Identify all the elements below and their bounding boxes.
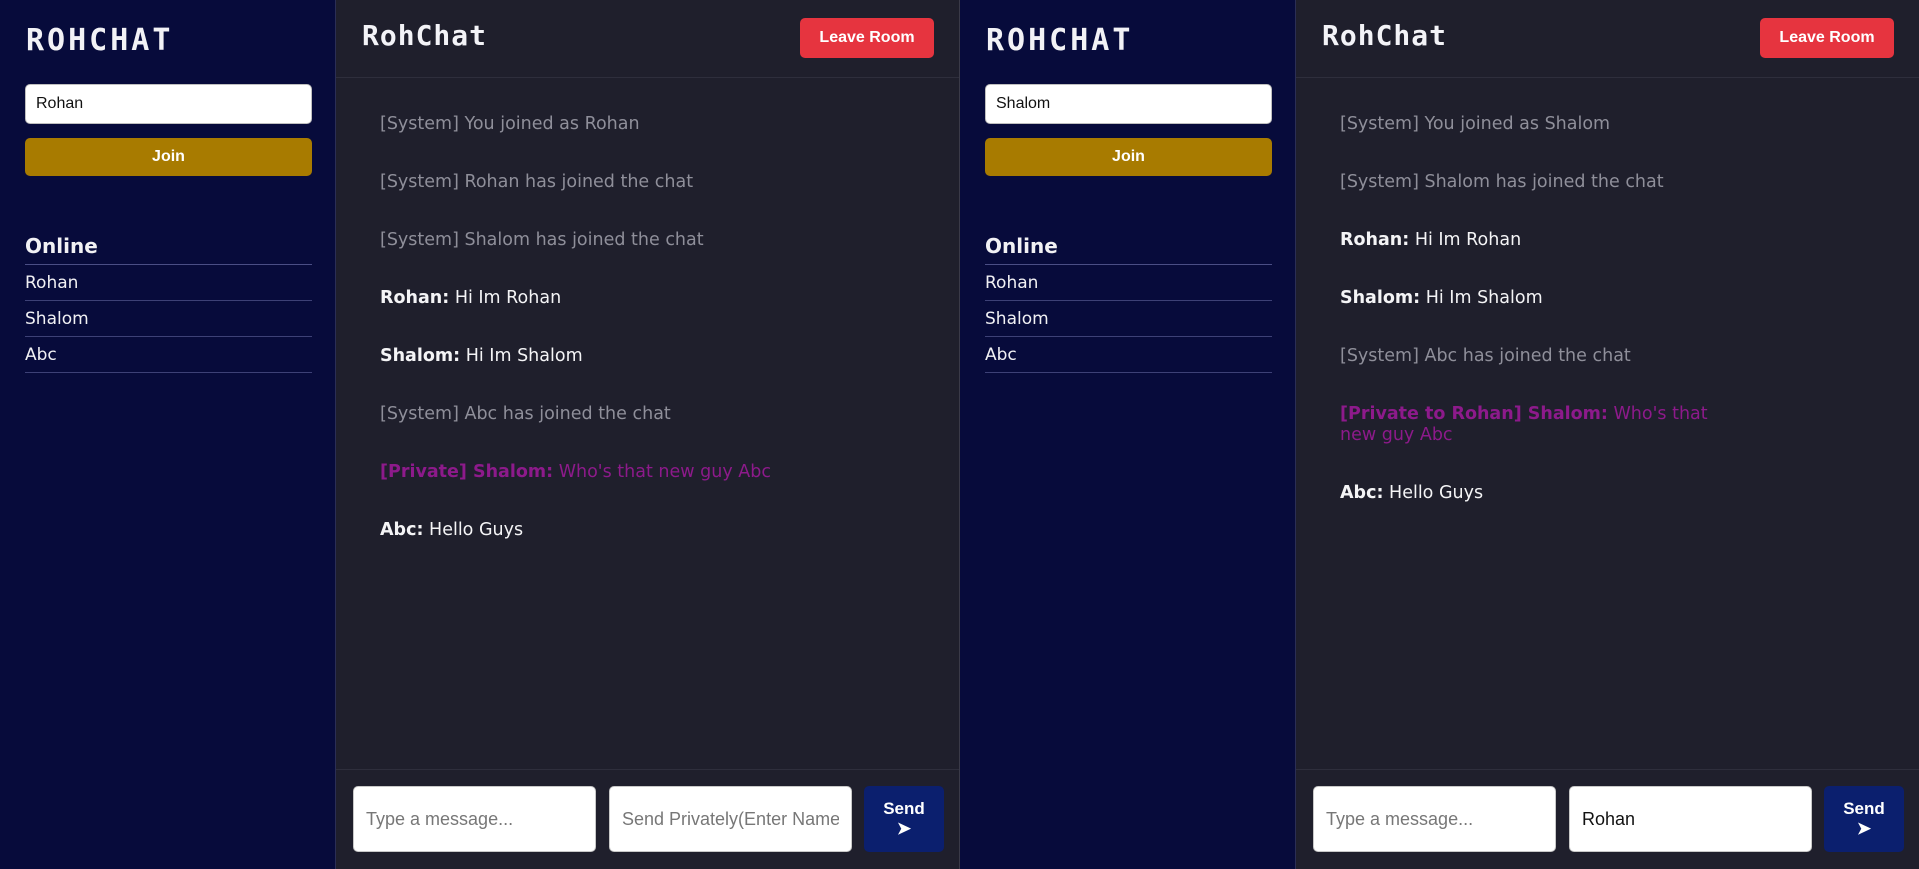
message-sender: Shalom:: [380, 346, 461, 366]
chat-client-rohan: ROHCHAT Join Online Rohan Shalom Abc Roh…: [0, 0, 959, 869]
online-user-item[interactable]: Rohan: [985, 265, 1272, 301]
message-sender: Shalom:: [1340, 288, 1421, 308]
chat-header: RohChat Leave Room: [336, 0, 959, 78]
chat-message: Rohan: Hi Im Rohan: [1340, 230, 1740, 251]
online-user-item[interactable]: Abc: [25, 337, 312, 373]
send-button[interactable]: Send ➤: [864, 786, 944, 852]
leave-room-button[interactable]: Leave Room: [800, 18, 934, 58]
private-recipient-input[interactable]: [609, 786, 852, 852]
system-message: [System] Shalom has joined the chat: [1340, 172, 1740, 193]
message-text: [System] You joined as Shalom: [1340, 114, 1611, 134]
chat-main: RohChat Leave Room [System] You joined a…: [336, 0, 959, 869]
system-message: [System] Abc has joined the chat: [1340, 346, 1740, 367]
message-text: Hello Guys: [429, 520, 524, 540]
send-button[interactable]: Send ➤: [1824, 786, 1904, 852]
send-arrow-icon: ➤: [1856, 819, 1872, 838]
leave-room-button[interactable]: Leave Room: [1760, 18, 1894, 58]
online-heading: Online: [985, 234, 1272, 265]
send-label: Send: [883, 799, 925, 818]
message-list: [System] You joined as Shalom [System] Sh…: [1340, 114, 1879, 541]
message-text: Hi Im Shalom: [1425, 288, 1543, 308]
message-composer: Send ➤: [336, 769, 959, 869]
private-message: [Private to Rohan] Shalom: Who's that ne…: [1340, 404, 1740, 446]
brand-logo: ROHCHAT: [26, 23, 174, 58]
message-text: Hello Guys: [1389, 483, 1484, 503]
chat-header: RohChat Leave Room: [1296, 0, 1919, 78]
private-recipient-input[interactable]: [1569, 786, 1812, 852]
chat-message: Shalom: Hi Im Shalom: [380, 346, 780, 367]
online-user-item[interactable]: Rohan: [25, 265, 312, 301]
chat-main: RohChat Leave Room [System] You joined a…: [1296, 0, 1919, 869]
room-title: RohChat: [362, 19, 488, 52]
system-message: [System] You joined as Rohan: [380, 114, 780, 135]
message-sender: [Private to Rohan] Shalom:: [1340, 404, 1608, 424]
room-title: RohChat: [1322, 19, 1448, 52]
message-list: [System] You joined as Rohan [System] Roh…: [380, 114, 919, 578]
join-button[interactable]: Join: [985, 138, 1272, 176]
username-input[interactable]: [25, 84, 312, 124]
username-input[interactable]: [985, 84, 1272, 124]
online-user-item[interactable]: Shalom: [985, 301, 1272, 337]
private-message: [Private] Shalom: Who's that new guy Abc: [380, 462, 780, 483]
system-message: [System] Shalom has joined the chat: [380, 230, 780, 251]
message-input[interactable]: [1313, 786, 1556, 852]
message-sender: Abc:: [380, 520, 424, 540]
message-text: [System] Rohan has joined the chat: [380, 172, 694, 192]
message-composer: Send ➤: [1296, 769, 1919, 869]
message-text: [System] Abc has joined the chat: [1340, 346, 1631, 366]
message-text: [System] Abc has joined the chat: [380, 404, 671, 424]
message-text: Hi Im Rohan: [1414, 230, 1522, 250]
message-text: Who's that new guy Abc: [558, 462, 771, 482]
message-text: [System] Shalom has joined the chat: [380, 230, 704, 250]
online-user-list: Rohan Shalom Abc: [25, 265, 312, 373]
chat-message: Abc: Hello Guys: [380, 520, 780, 541]
online-user-item[interactable]: Shalom: [25, 301, 312, 337]
message-sender: Rohan:: [1340, 230, 1410, 250]
send-arrow-icon: ➤: [896, 819, 912, 838]
brand-logo: ROHCHAT: [986, 23, 1134, 58]
sidebar: ROHCHAT Join Online Rohan Shalom Abc: [0, 0, 336, 869]
message-sender: Rohan:: [380, 288, 450, 308]
send-label: Send: [1843, 799, 1885, 818]
message-text: [System] Shalom has joined the chat: [1340, 172, 1664, 192]
system-message: [System] Rohan has joined the chat: [380, 172, 780, 193]
chat-client-shalom: ROHCHAT Join Online Rohan Shalom Abc Roh…: [960, 0, 1919, 869]
message-text: Hi Im Shalom: [465, 346, 583, 366]
message-input[interactable]: [353, 786, 596, 852]
message-sender: [Private] Shalom:: [380, 462, 554, 482]
message-sender: Abc:: [1340, 483, 1384, 503]
chat-message: Rohan: Hi Im Rohan: [380, 288, 780, 309]
online-user-item[interactable]: Abc: [985, 337, 1272, 373]
system-message: [System] You joined as Shalom: [1340, 114, 1740, 135]
sidebar: ROHCHAT Join Online Rohan Shalom Abc: [960, 0, 1296, 869]
chat-message: Shalom: Hi Im Shalom: [1340, 288, 1740, 309]
system-message: [System] Abc has joined the chat: [380, 404, 780, 425]
chat-message: Abc: Hello Guys: [1340, 483, 1740, 504]
online-heading: Online: [25, 234, 312, 265]
online-user-list: Rohan Shalom Abc: [985, 265, 1272, 373]
join-button[interactable]: Join: [25, 138, 312, 176]
message-text: [System] You joined as Rohan: [380, 114, 640, 134]
message-text: Hi Im Rohan: [454, 288, 562, 308]
